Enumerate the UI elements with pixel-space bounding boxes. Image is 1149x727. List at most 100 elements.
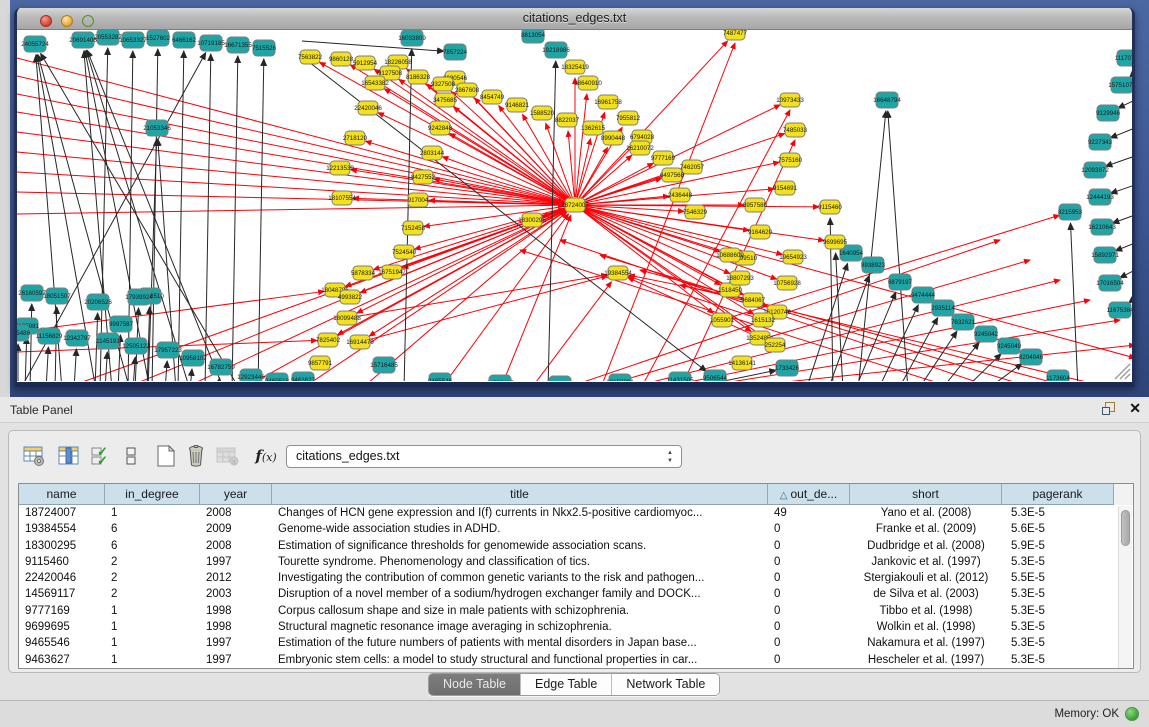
graph-node[interactable]: 1362615 — [581, 121, 606, 135]
table-cell[interactable]: 6 — [105, 521, 200, 537]
table-cell[interactable]: Disruption of a novel member of a sodium… — [272, 586, 768, 602]
table-cell[interactable]: Dudbridge et al. (2008) — [850, 538, 1002, 554]
graph-node[interactable]: 16159891 — [606, 374, 634, 381]
column-header-in-degree[interactable]: in_degree — [105, 484, 200, 505]
table-cell[interactable]: Hescheler et al. (1997) — [850, 652, 1002, 668]
graph-node[interactable]: 9777169 — [651, 151, 676, 165]
graph-node[interactable]: 17939924 — [125, 289, 153, 305]
graph-node[interactable]: 12923446 — [237, 369, 265, 381]
graph-node[interactable]: 17957223 — [154, 342, 182, 358]
graph-node[interactable]: 7546329 — [683, 205, 708, 219]
table-row[interactable]: 946362711997Embryonic stem cells: a mode… — [19, 652, 1133, 668]
table-cell[interactable]: 5.3E-5 — [1002, 652, 1114, 668]
graph-node[interactable]: 1173604 — [1046, 370, 1070, 381]
graph-node[interactable]: 7563822 — [298, 50, 323, 64]
graph-node[interactable]: 9463627 — [291, 372, 316, 381]
graph-node[interactable]: 8822037 — [555, 113, 580, 127]
table-cell[interactable]: Yano et al. (2008) — [850, 505, 1002, 521]
graph-node[interactable]: 26160597 — [18, 285, 46, 301]
graph-node[interactable]: 8454749 — [480, 90, 505, 104]
graph-node[interactable]: 20206526 — [84, 294, 112, 310]
graph-node[interactable]: 917004 — [408, 193, 429, 207]
graph-node[interactable]: 14569117 — [486, 375, 514, 381]
table-cell[interactable]: 5.3E-5 — [1002, 586, 1114, 602]
graph-node[interactable]: 12444193 — [1086, 189, 1114, 205]
graph-node[interactable]: 12342797 — [63, 330, 91, 346]
table-cell[interactable]: Franke et al. (2009) — [850, 521, 1002, 537]
column-header-short[interactable]: short — [850, 484, 1002, 505]
graph-node[interactable]: 2436448 — [668, 188, 693, 202]
graph-node[interactable]: 1588520 — [530, 106, 555, 120]
graph-node[interactable]: 18107554 — [328, 191, 356, 205]
table-cell[interactable]: 9777169 — [19, 603, 105, 619]
table-cell[interactable]: 5.3E-5 — [1002, 554, 1114, 570]
graph-node[interactable]: 9245049 — [997, 338, 1022, 354]
graph-node[interactable]: 7632621 — [951, 314, 976, 330]
graph-node[interactable]: 15716485 — [370, 357, 398, 373]
graph-node[interactable]: 9857791 — [308, 356, 333, 370]
graph-node[interactable]: 7524540 — [392, 245, 417, 259]
graph-node[interactable]: 14136141 — [728, 356, 756, 370]
graph-node[interactable]: 9227343 — [1088, 134, 1113, 150]
graph-node[interactable]: 9860128 — [329, 52, 354, 66]
table-cell[interactable]: 0 — [768, 635, 850, 651]
graph-node[interactable]: 1615132 — [751, 313, 776, 327]
graph-node[interactable]: 8204046 — [1019, 349, 1044, 365]
table-row[interactable]: 946554611997Estimation of the future num… — [19, 635, 1133, 651]
graph-node[interactable]: 8427552 — [411, 170, 436, 184]
table-cell[interactable]: 1998 — [200, 619, 272, 635]
table-cell[interactable]: 2008 — [200, 505, 272, 521]
table-cell[interactable]: 5.3E-5 — [1002, 635, 1114, 651]
table-cell[interactable]: Tourette syndrome. Phenomenology and cla… — [272, 554, 768, 570]
table-row[interactable]: 2242004622012Investigating the contribut… — [19, 570, 1133, 586]
graph-node[interactable]: 18640910 — [574, 76, 602, 90]
graph-node[interactable]: 9242848 — [428, 121, 453, 135]
table-cell[interactable]: 5.3E-5 — [1002, 505, 1114, 521]
graph-node[interactable]: 10719185 — [197, 35, 225, 51]
graph-node[interactable]: 1527602 — [146, 30, 171, 46]
graph-node[interactable]: 2803144 — [420, 146, 445, 160]
table-cell[interactable]: 18724007 — [19, 505, 105, 521]
graph-node[interactable]: 9474444 — [911, 287, 936, 303]
graph-node[interactable]: 9506544 — [703, 370, 728, 381]
table-cell[interactable]: Tibbo et al. (1998) — [850, 603, 1002, 619]
graph-node[interactable]: 12093872 — [1081, 162, 1109, 178]
graph-node[interactable]: 3915486 — [17, 325, 31, 341]
graph-node[interactable]: 11156829 — [36, 328, 63, 344]
graph-node[interactable]: 6497568 — [660, 168, 685, 182]
table-cell[interactable]: 0 — [768, 570, 850, 586]
graph-node[interactable]: 7152458 — [401, 221, 426, 235]
graph-node[interactable]: 252254 — [765, 338, 786, 352]
graph-node[interactable]: 6466162 — [172, 32, 197, 48]
graph-node[interactable]: 9154691 — [773, 181, 798, 195]
graph-node[interactable]: 10756928 — [773, 276, 801, 290]
table-cell[interactable]: 1998 — [200, 603, 272, 619]
table-cell[interactable]: 1 — [105, 603, 200, 619]
table-cell[interactable]: 18300295 — [19, 538, 105, 554]
table-cell[interactable]: 0 — [768, 603, 850, 619]
table-row[interactable]: 1938455462009Genome-wide association stu… — [19, 521, 1133, 537]
graph-node[interactable]: 2867608 — [455, 83, 480, 97]
table-cell[interactable]: 0 — [768, 652, 850, 668]
table-cell[interactable]: 2 — [105, 554, 200, 570]
column-header-year[interactable]: year — [200, 484, 272, 505]
table-cell[interactable]: 9463627 — [19, 652, 105, 668]
graph-node[interactable]: 9465546 — [428, 373, 453, 381]
graph-node[interactable]: 8938923 — [861, 257, 886, 273]
graph-node[interactable]: 7825402 — [316, 333, 341, 347]
graph-node[interactable]: 9164620 — [748, 225, 773, 239]
table-cell[interactable]: 1 — [105, 652, 200, 668]
tab-node-table[interactable]: Node Table — [429, 674, 520, 695]
table-cell[interactable]: 5.3E-5 — [1002, 603, 1114, 619]
graph-node[interactable]: 9671404 — [548, 376, 573, 381]
graph-node[interactable]: 7857224 — [443, 44, 468, 60]
table-cell[interactable]: 5.5E-5 — [1002, 570, 1114, 586]
graph-node[interactable]: 1733426 — [775, 360, 800, 376]
graph-node[interactable]: 16782759 — [207, 359, 235, 375]
table-cell[interactable]: Estimation of significance thresholds fo… — [272, 538, 768, 554]
table-cell[interactable]: 49 — [768, 505, 850, 521]
graph-node[interactable]: 16033809 — [398, 30, 426, 46]
table-cell[interactable]: Estimation of the future numbers of pati… — [272, 635, 768, 651]
table-cell[interactable]: 1997 — [200, 554, 272, 570]
table-scrollbar-thumb[interactable] — [1121, 510, 1130, 546]
